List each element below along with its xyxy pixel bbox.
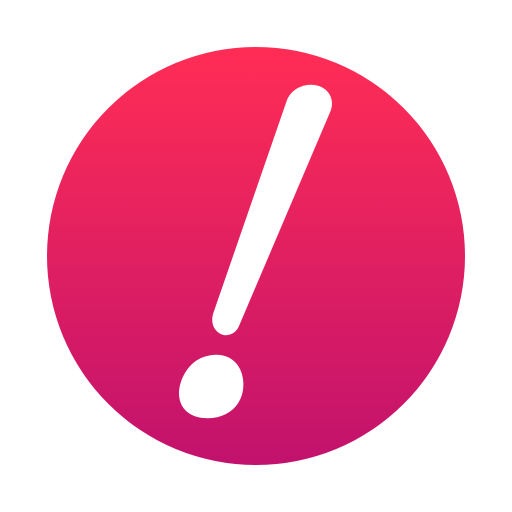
app-icon[interactable] [0, 0, 512, 512]
app-icon-graphic [47, 47, 465, 465]
